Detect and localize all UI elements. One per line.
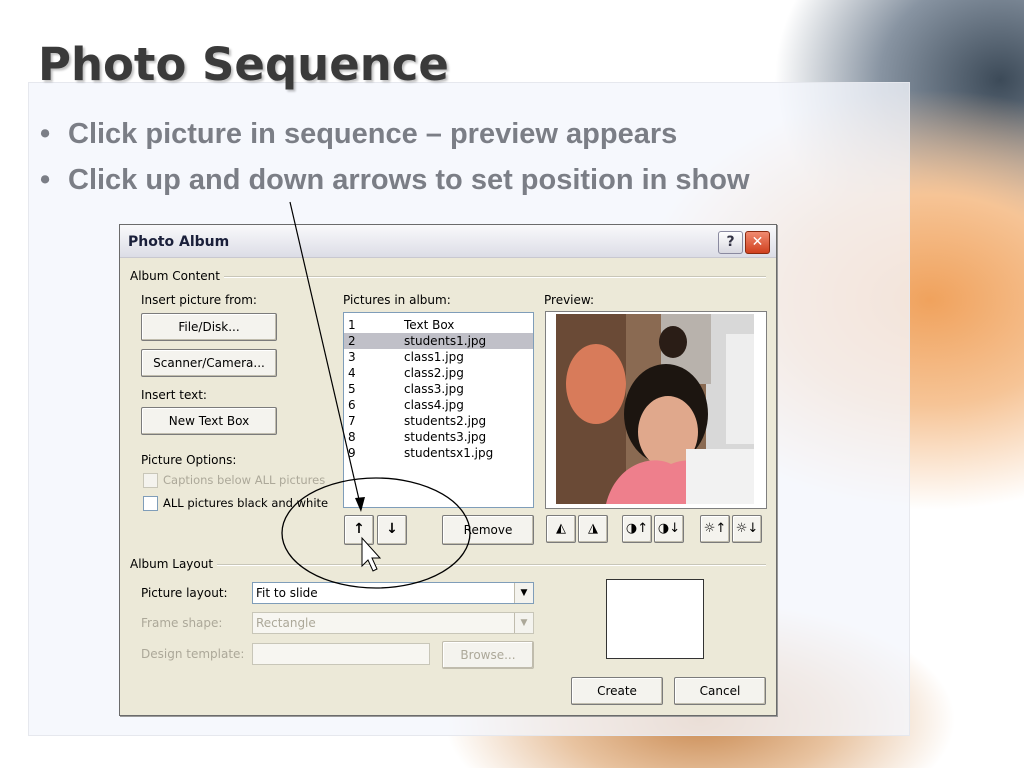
list-item-name: class3.jpg [404, 382, 464, 396]
preview-photo [556, 314, 754, 504]
album-layout-divider [216, 564, 766, 566]
list-item-name: students2.jpg [404, 414, 487, 428]
preview-label: Preview: [544, 293, 595, 307]
dialog-titlebar[interactable]: Photo Album ? ✕ [120, 225, 776, 258]
list-item[interactable]: 3 class1.jpg [344, 349, 533, 365]
browse-button: Browse... [442, 641, 534, 669]
list-item-number: 4 [348, 366, 356, 380]
dialog-title: Photo Album [128, 234, 230, 250]
list-item-number: 8 [348, 430, 356, 444]
move-down-button[interactable]: ↓ [377, 515, 407, 545]
list-item-name: students3.jpg [404, 430, 487, 444]
list-item-number: 3 [348, 350, 356, 364]
captions-checkbox [143, 473, 158, 488]
picture-layout-select[interactable]: Fit to slide ▼ [252, 582, 534, 604]
bullet-dot: • [40, 164, 51, 196]
brightness-up-icon[interactable]: ☼↑ [700, 515, 730, 543]
list-item[interactable]: 5 class3.jpg [344, 381, 533, 397]
list-item[interactable]: 7 students2.jpg [344, 413, 533, 429]
picture-options-label: Picture Options: [141, 453, 237, 467]
captions-option-label: Captions below ALL pictures [163, 473, 326, 487]
list-item-name: students1.jpg [404, 334, 487, 348]
insert-text-label: Insert text: [141, 388, 207, 402]
design-template-field [252, 643, 430, 665]
contrast-down-icon[interactable]: ◑↓ [654, 515, 684, 543]
album-layout-label: Album Layout [130, 557, 218, 571]
list-item[interactable]: 4 class2.jpg [344, 365, 533, 381]
list-item-selected[interactable]: 2 students1.jpg [344, 333, 533, 349]
move-up-button[interactable]: ↑ [344, 515, 374, 545]
frame-shape-label: Frame shape: [141, 616, 223, 630]
bullet-text: Click up and down arrows to set position… [68, 164, 750, 196]
help-button[interactable]: ? [718, 231, 743, 254]
remove-button[interactable]: Remove [442, 515, 534, 545]
file-disk-button[interactable]: File/Disk... [141, 313, 277, 341]
list-item-number: 2 [348, 334, 356, 348]
rotate-right-icon[interactable]: ◮ [578, 515, 608, 543]
album-content-label: Album Content [130, 269, 224, 283]
bullet-item: • Click picture in sequence – preview app… [40, 114, 750, 160]
list-item-number: 6 [348, 398, 356, 412]
list-item-number: 5 [348, 382, 356, 396]
black-white-option-label: ALL pictures black and white [163, 496, 329, 510]
chevron-down-icon[interactable]: ▼ [514, 583, 533, 603]
create-button[interactable]: Create [571, 677, 663, 705]
brightness-down-icon[interactable]: ☼↓ [732, 515, 762, 543]
design-template-label: Design template: [141, 647, 245, 661]
picture-layout-value: Fit to slide [256, 586, 318, 600]
cancel-button[interactable]: Cancel [674, 677, 766, 705]
chevron-down-icon: ▼ [514, 613, 533, 633]
bullet-dot: • [40, 118, 51, 150]
scanner-camera-button[interactable]: Scanner/Camera... [141, 349, 277, 377]
list-item[interactable]: 1 Text Box [344, 317, 533, 333]
frame-shape-select: Rectangle ▼ [252, 612, 534, 634]
pictures-listbox[interactable]: 1 Text Box 2 students1.jpg 3 class1.jpg 4 cl… [343, 312, 534, 508]
rotate-left-icon[interactable]: ◭ [546, 515, 576, 543]
black-white-checkbox[interactable] [143, 496, 158, 511]
bullet-list: • Click picture in sequence – preview app… [40, 114, 750, 206]
picture-layout-label: Picture layout: [141, 586, 228, 600]
list-item[interactable]: 8 students3.jpg [344, 429, 533, 445]
slide-title: Photo Sequence [38, 38, 449, 91]
list-item-number: 9 [348, 446, 356, 460]
list-item-name: class1.jpg [404, 350, 464, 364]
layout-preview [606, 579, 704, 659]
new-text-box-button[interactable]: New Text Box [141, 407, 277, 435]
bullet-text: Click picture in sequence – preview appe… [68, 118, 678, 150]
bullet-item: • Click up and down arrows to set positio… [40, 160, 750, 206]
album-content-divider [220, 276, 766, 278]
list-item-name: class4.jpg [404, 398, 464, 412]
insert-picture-label: Insert picture from: [141, 293, 257, 307]
list-item-name: Text Box [404, 318, 455, 332]
list-item[interactable]: 9 studentsx1.jpg [344, 445, 533, 461]
list-item-number: 7 [348, 414, 356, 428]
list-item-number: 1 [348, 318, 356, 332]
list-item-name: class2.jpg [404, 366, 464, 380]
list-item[interactable]: 6 class4.jpg [344, 397, 533, 413]
contrast-up-icon[interactable]: ◑↑ [622, 515, 652, 543]
close-button[interactable]: ✕ [745, 231, 770, 254]
photo-album-dialog: Photo Album ? ✕ Album Content Insert pic… [119, 224, 777, 716]
frame-shape-value: Rectangle [256, 616, 316, 630]
preview-pane [545, 311, 767, 509]
list-item-name: studentsx1.jpg [404, 446, 494, 460]
pictures-in-album-label: Pictures in album: [343, 293, 451, 307]
